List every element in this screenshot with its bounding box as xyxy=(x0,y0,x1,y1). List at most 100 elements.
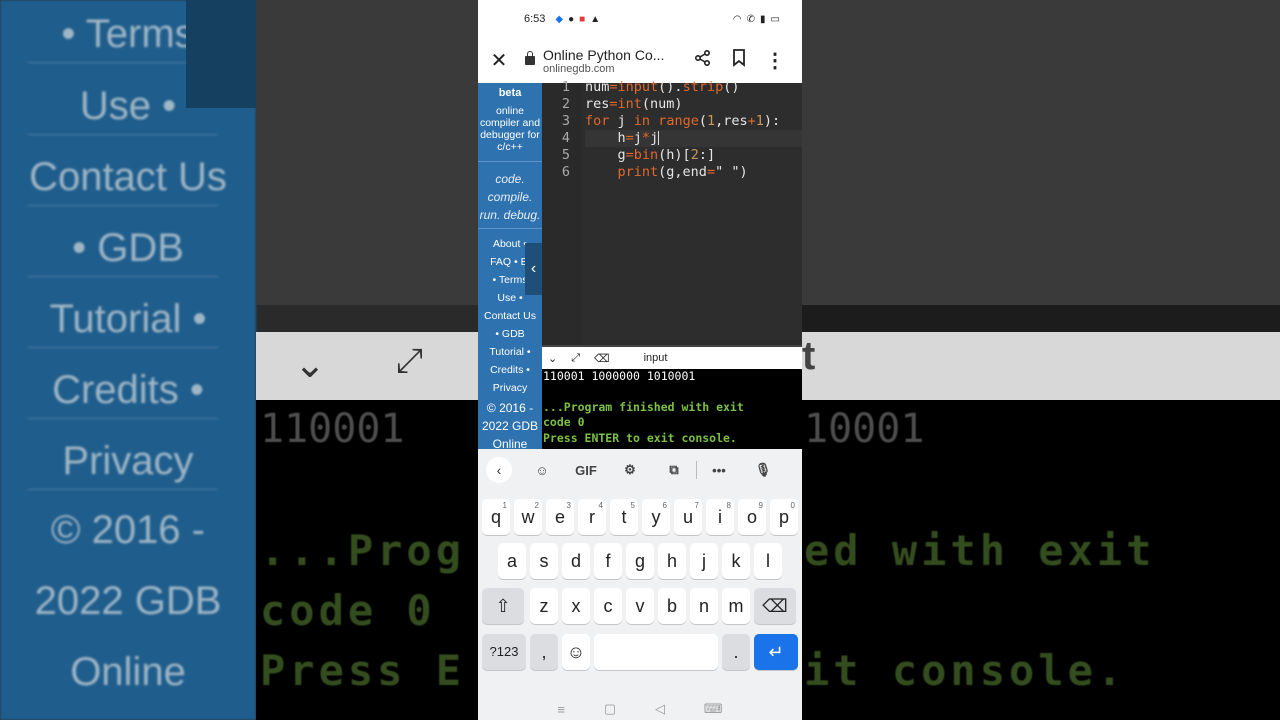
mic-icon[interactable]: 🎙 xyxy=(741,462,785,478)
key-y[interactable]: y6 xyxy=(642,499,670,535)
home-icon[interactable]: ▢ xyxy=(604,701,616,717)
key-z[interactable]: z xyxy=(530,588,558,624)
keyboard-hide-icon[interactable]: ⌨ xyxy=(704,701,723,717)
more-icon[interactable]: ••• xyxy=(697,463,741,478)
key-w[interactable]: w2 xyxy=(514,499,542,535)
link-contact-us[interactable]: Contact Us xyxy=(478,307,542,325)
sticker-icon[interactable]: ☺ xyxy=(520,463,564,478)
key-h[interactable]: h xyxy=(658,543,686,579)
signal-icon: ▮ xyxy=(760,13,766,25)
line-gutter: 1 2 3 4 5 6 xyxy=(542,79,582,345)
bookmark-button[interactable] xyxy=(724,49,754,72)
key-m[interactable]: m xyxy=(722,588,750,624)
back-nav-icon[interactable]: ◁ xyxy=(655,701,665,717)
key-g[interactable]: g xyxy=(626,543,654,579)
link-tutorial[interactable]: Tutorial • xyxy=(478,343,542,361)
key-row-2: asdfghjkl xyxy=(478,543,802,579)
link-credits[interactable]: Credits • xyxy=(478,361,542,379)
symbols-key[interactable]: ?123 xyxy=(482,634,526,670)
close-button[interactable]: ✕ xyxy=(490,48,508,73)
line-number: 3 xyxy=(561,113,570,129)
motto-line: compile. xyxy=(487,190,533,204)
key-v[interactable]: v xyxy=(626,588,654,624)
code-line-1: num=input().strip() xyxy=(585,79,740,95)
lock-icon xyxy=(525,51,535,65)
phone-wifi-icon: ✆ xyxy=(746,13,756,25)
code-line-6: print(g,end=" ") xyxy=(617,164,748,180)
key-n[interactable]: n xyxy=(690,588,718,624)
bg-toolbar: ⌄ ⤢ xyxy=(256,332,478,400)
key-e[interactable]: e3 xyxy=(546,499,574,535)
key-hint: 8 xyxy=(726,501,731,510)
emoji-key[interactable]: ☺ xyxy=(562,634,590,670)
enter-key[interactable]: ↵ xyxy=(754,634,798,670)
key-row-3: ⇧ ⌫ zxcvbnm xyxy=(478,588,802,624)
key-t[interactable]: t5 xyxy=(610,499,638,535)
snapchat-icon: ● xyxy=(568,13,575,25)
bg-toolbar: t xyxy=(802,332,1280,400)
link-gdb[interactable]: • GDB xyxy=(478,325,542,343)
key-hint: 3 xyxy=(566,501,571,510)
recents-icon[interactable]: ≡ xyxy=(557,702,565,717)
key-q[interactable]: q1 xyxy=(482,499,510,535)
key-hint: 7 xyxy=(694,501,699,510)
bg-text: t xyxy=(802,334,816,378)
settings-icon[interactable]: ⚙ xyxy=(608,462,652,478)
key-d[interactable]: d xyxy=(562,543,590,579)
key-i[interactable]: i8 xyxy=(706,499,734,535)
console-output[interactable]: 110001 1000000 1010001 ...Program finishe… xyxy=(542,369,802,449)
bg-text: Tutorial • xyxy=(49,297,207,341)
code-line-5: g=bin(h)[2:] xyxy=(585,147,716,163)
clear-console-icon[interactable]: ⌫ xyxy=(594,352,610,365)
key-hint: 4 xyxy=(598,501,603,510)
share-button[interactable] xyxy=(688,49,718,72)
key-p[interactable]: p0 xyxy=(770,499,798,535)
bg-expand-icon: ⤢ xyxy=(396,342,424,380)
finished-message: ...Program finished with exit xyxy=(543,399,744,414)
back-icon[interactable]: ‹ xyxy=(486,457,512,483)
motto-line: code. xyxy=(495,172,525,186)
copyright-line: 2022 GDB xyxy=(481,419,539,433)
translate-icon[interactable]: ⧉ xyxy=(652,462,696,478)
key-c[interactable]: c xyxy=(594,588,622,624)
key-x[interactable]: x xyxy=(562,588,590,624)
browser-toolbar: ✕ Online Python Co... onlinegdb.com ⋮ xyxy=(478,38,802,83)
key-l[interactable]: l xyxy=(754,543,782,579)
key-b[interactable]: b xyxy=(658,588,686,624)
key-a[interactable]: a xyxy=(498,543,526,579)
key-hint: 1 xyxy=(502,501,507,510)
copyright: © 2016 - 2022 GDB Online xyxy=(478,399,542,449)
background-left: • Terms Use • Contact Us • GDB Tutorial … xyxy=(0,0,478,720)
period-key[interactable]: . xyxy=(722,634,750,670)
key-s[interactable]: s xyxy=(530,543,558,579)
space-key[interactable] xyxy=(594,634,718,670)
key-k[interactable]: k xyxy=(722,543,750,579)
bg-text: 10001 xyxy=(804,406,925,452)
program-output: 110001 1000000 1010001 xyxy=(543,369,696,383)
tool-icon: ◆ xyxy=(555,13,564,25)
key-j[interactable]: j xyxy=(690,543,718,579)
code-editor[interactable]: 1 2 3 4 5 6 num=input().strip() res=int(… xyxy=(542,79,802,345)
chevron-down-icon[interactable]: ⌄ xyxy=(548,352,557,365)
line-number: 4 xyxy=(561,130,570,146)
url-area[interactable]: Online Python Co... onlinegdb.com xyxy=(543,47,682,75)
key-f[interactable]: f xyxy=(594,543,622,579)
key-o[interactable]: o9 xyxy=(738,499,766,535)
warning-icon: ▲ xyxy=(590,13,601,25)
menu-button[interactable]: ⋮ xyxy=(760,48,790,73)
bg-text: Credits • xyxy=(52,368,204,412)
gif-button[interactable]: GIF xyxy=(564,463,608,478)
key-r[interactable]: r4 xyxy=(578,499,606,535)
bg-text: 110001 xyxy=(260,406,405,452)
key-hint: 9 xyxy=(758,501,763,510)
shift-key[interactable]: ⇧ xyxy=(482,588,524,624)
expand-icon[interactable]: ⤢ xyxy=(571,352,580,365)
backspace-key[interactable]: ⌫ xyxy=(754,588,796,624)
line-number: 5 xyxy=(561,147,570,163)
bg-text: © 2016 - xyxy=(50,508,205,552)
bg-text: Press E xyxy=(260,646,466,695)
link-privacy[interactable]: Privacy xyxy=(478,379,542,397)
key-u[interactable]: u7 xyxy=(674,499,702,535)
comma-key[interactable]: , xyxy=(530,634,558,670)
collapse-sidebar-button[interactable]: ‹ xyxy=(525,243,542,295)
